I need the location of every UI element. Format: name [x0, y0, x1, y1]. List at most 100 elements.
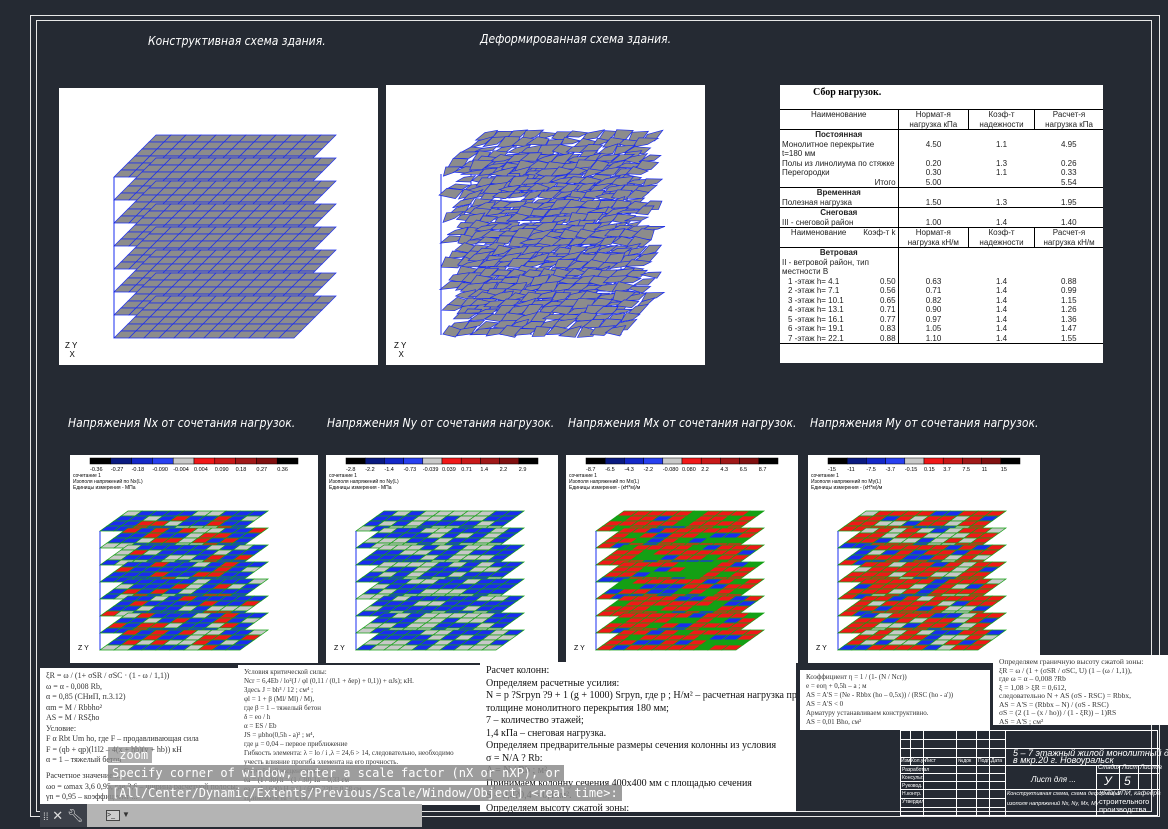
- stage-value: У: [1104, 774, 1112, 788]
- legend-tick: -6.5: [605, 467, 614, 473]
- legend-swatch: [276, 457, 299, 465]
- formula-line: σ = N/A ? Rb:: [486, 752, 543, 764]
- legend-tick: 0.004: [194, 467, 208, 473]
- table-cell: Расчет-я нагрузка кН/м: [1034, 227, 1103, 248]
- legend-tick: 0.080: [682, 467, 696, 473]
- formula-line: AS = M / RSξho: [46, 713, 100, 722]
- legend-tick: 0.18: [236, 467, 247, 473]
- formula-line: AS = 0,01 Bho, см²: [806, 718, 862, 726]
- table-cell: 0.56: [879, 286, 896, 295]
- caption-line: Изополя напряжений по Mx(L): [569, 478, 640, 485]
- titleblock-col: Дата: [991, 758, 1003, 764]
- legend-tick: -0.080: [663, 467, 679, 473]
- wrench-icon[interactable]: 🔧︎: [67, 808, 84, 823]
- command-line-bar[interactable]: [40, 804, 422, 827]
- caption-line: Изополя напряжений по Nx(L): [73, 478, 143, 485]
- legend-swatch: [364, 457, 385, 465]
- formula-panel-2: Условия критической силы: Ncr = 6,4Eb / l…: [238, 665, 482, 805]
- table-cell: 0.90: [897, 305, 969, 315]
- deformed-title: Деформированная схема здания.: [480, 32, 672, 46]
- table-cell: 1.4: [995, 276, 1008, 286]
- legend-swatch: [345, 457, 366, 465]
- table-cell: 5.00: [897, 177, 969, 188]
- formula-panel-4: Коэффициент η = 1 / (1- (N / Ncr)) e = eo…: [800, 670, 990, 730]
- table-cell: Полезная нагрузка: [782, 197, 852, 207]
- sheet-value: 5: [1124, 774, 1131, 788]
- legend-swatch: [518, 457, 539, 465]
- table-cell: 0.88: [1060, 276, 1077, 286]
- legend-swatch: [604, 457, 625, 465]
- titleblock-role: Руковод.: [902, 783, 923, 789]
- titleblock-role: Консульт.: [902, 775, 924, 781]
- grip-handle[interactable]: ⁞⁞: [43, 812, 49, 823]
- table-cell: 1.4: [968, 333, 1035, 344]
- legend-swatch: [480, 457, 500, 465]
- table-cell: 0.30: [897, 168, 969, 178]
- formula-line: AS = A'S ; см²: [999, 716, 1044, 725]
- table-row: 2 -этаж h= 7.1 0.56 0.71 1.4 0.99: [780, 286, 1103, 296]
- formula-line: δ = eo / h: [244, 713, 271, 721]
- table-cell: 0.99: [1060, 286, 1077, 295]
- table-row: 7 -этаж h= 22.1 0.88 1.10 1.4 1.55: [780, 333, 1103, 344]
- legend-swatch: [720, 457, 740, 465]
- legend-swatch: [235, 457, 257, 465]
- stress-my-image: -15 -11 -7.5 -3.7 -0.15 0.15 3.7 7.5 11 15 сочетан…: [808, 455, 1040, 663]
- formula-line: Ncr = 6,4Eb / lo²(J / φl (0,11 / (0,1 + …: [244, 677, 414, 685]
- my-title: Напряжения My от сочетания нагрузок.: [810, 416, 1039, 430]
- formula-line: AS = A'S < 0: [806, 700, 844, 708]
- legend-swatch: [585, 457, 606, 465]
- formula-line: JS = μbho(0,5h - a)² ; м⁴,: [244, 731, 315, 739]
- table-row: Перегородки 0.30 1.1 0.33: [780, 168, 1103, 178]
- legend-swatch: [499, 457, 520, 465]
- legend-swatch: [827, 457, 848, 465]
- formula-line: α = ES / Eb: [244, 722, 277, 730]
- table-cell: 7 -этаж h= 22.1: [780, 333, 858, 344]
- legend-tick: 0.27: [256, 467, 267, 473]
- table-cell: 6 -этаж h= 19.1: [788, 324, 844, 333]
- legend-swatch: [885, 457, 906, 465]
- legend-tick: 15: [1001, 467, 1007, 473]
- table-row: 3 -этаж h= 10.1 0.65 0.82 1.4 1.15: [780, 295, 1103, 305]
- axis-label: Z Y: [574, 645, 585, 652]
- axis-label: Z Y: [78, 645, 89, 652]
- table-cell: 1.55: [1034, 333, 1103, 344]
- formula-line: Арматуру устанавливаем конструктивно.: [806, 709, 929, 717]
- caption-line: Единицы измерения - (кН*м)/м: [569, 485, 641, 491]
- table-cell: 1.1: [995, 139, 1008, 149]
- titleblock-col: Кол.уч: [911, 758, 926, 764]
- structure-scheme-image: Z Y X: [59, 88, 378, 365]
- table-cell: 0.82: [897, 295, 969, 305]
- table-cell: [969, 178, 1035, 188]
- deformed-scheme-image: Z Y X: [386, 85, 705, 365]
- table-cell: Постоянная: [815, 130, 863, 139]
- command-history-icon[interactable]: >_: [106, 810, 120, 821]
- table-cell: 0.33: [1060, 168, 1077, 177]
- legend-swatch: [846, 457, 867, 465]
- sheets-header: Листов: [1140, 765, 1162, 771]
- legend-swatch: [441, 457, 462, 465]
- formula-line: Определяем расчетные усилия:: [486, 677, 620, 689]
- table-cell: Нормат-я нагрузка кПа: [897, 109, 969, 130]
- legend-swatch: [700, 457, 721, 465]
- legend-swatch: [981, 457, 1002, 465]
- legend-tick: 4.3: [720, 467, 728, 473]
- table-cell: Монолитное перекрытие t=180 мм: [782, 139, 875, 159]
- formula-line: Определяем высоту сжатой зоны:: [486, 802, 630, 813]
- formula-line: φl = 1 + β (Ml/ Ml) / M),: [244, 695, 315, 703]
- table-cell: Коэф-т надежности: [968, 227, 1035, 248]
- close-icon[interactable]: ✕: [52, 808, 63, 823]
- legend-tick: -0.039: [423, 467, 439, 473]
- axis-label: Z Y: [334, 645, 345, 652]
- table-cell: 0.50: [879, 276, 896, 286]
- table-row: Итого 5.00 5.54: [780, 177, 1103, 188]
- legend-swatch: [131, 457, 153, 465]
- formula-line: Определяем предварительные размеры сечен…: [486, 740, 777, 751]
- legend-tick: -0.73: [404, 467, 417, 473]
- table-cell: 1.47: [1060, 324, 1077, 333]
- legend-tick: 8.7: [759, 467, 767, 473]
- formula-line: αm = M / Rbbho²: [46, 702, 102, 712]
- chevron-down-icon[interactable]: ▼: [122, 810, 130, 819]
- caption-line: Единицы измерения - (кН*м)/м: [811, 485, 883, 491]
- table-cell: Наименование: [790, 228, 847, 237]
- mx-title: Напряжения Mx от сочетания нагрузок.: [568, 416, 797, 430]
